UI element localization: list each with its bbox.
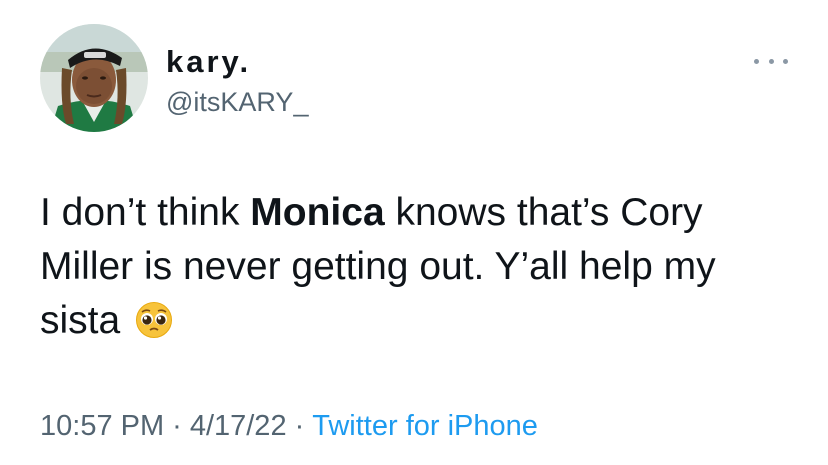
more-dot [783, 58, 788, 64]
tweet-time[interactable]: 10:57 PM [40, 410, 164, 442]
meta-separator: · [172, 410, 182, 442]
more-options-icon[interactable] [754, 52, 788, 70]
user-handle[interactable]: @itsKARY_ [166, 86, 308, 118]
tweet-text-part1: I don’t think [40, 191, 251, 234]
tweet-meta: 10:57 PM · 4/17/22 · Twitter for iPhone [40, 408, 538, 444]
avatar[interactable] [40, 24, 148, 132]
tweet-text-bold: Monica [250, 191, 385, 234]
tweet-source-link[interactable]: Twitter for iPhone [312, 410, 538, 442]
tweet-card: kary. @itsKARY_ I don’t think Monica kno… [0, 0, 828, 465]
profile-photo-icon [40, 24, 148, 132]
tweet-date[interactable]: 4/17/22 [190, 410, 287, 442]
pleading-face-emoji-icon [135, 300, 173, 338]
more-dot [768, 58, 774, 64]
meta-separator: · [294, 410, 305, 442]
author-block: kary. @itsKARY_ [166, 44, 308, 118]
display-name[interactable]: kary. [166, 44, 308, 80]
more-dot [754, 58, 759, 64]
tweet-text: I don’t think Monica knows that’s Cory M… [40, 186, 790, 348]
